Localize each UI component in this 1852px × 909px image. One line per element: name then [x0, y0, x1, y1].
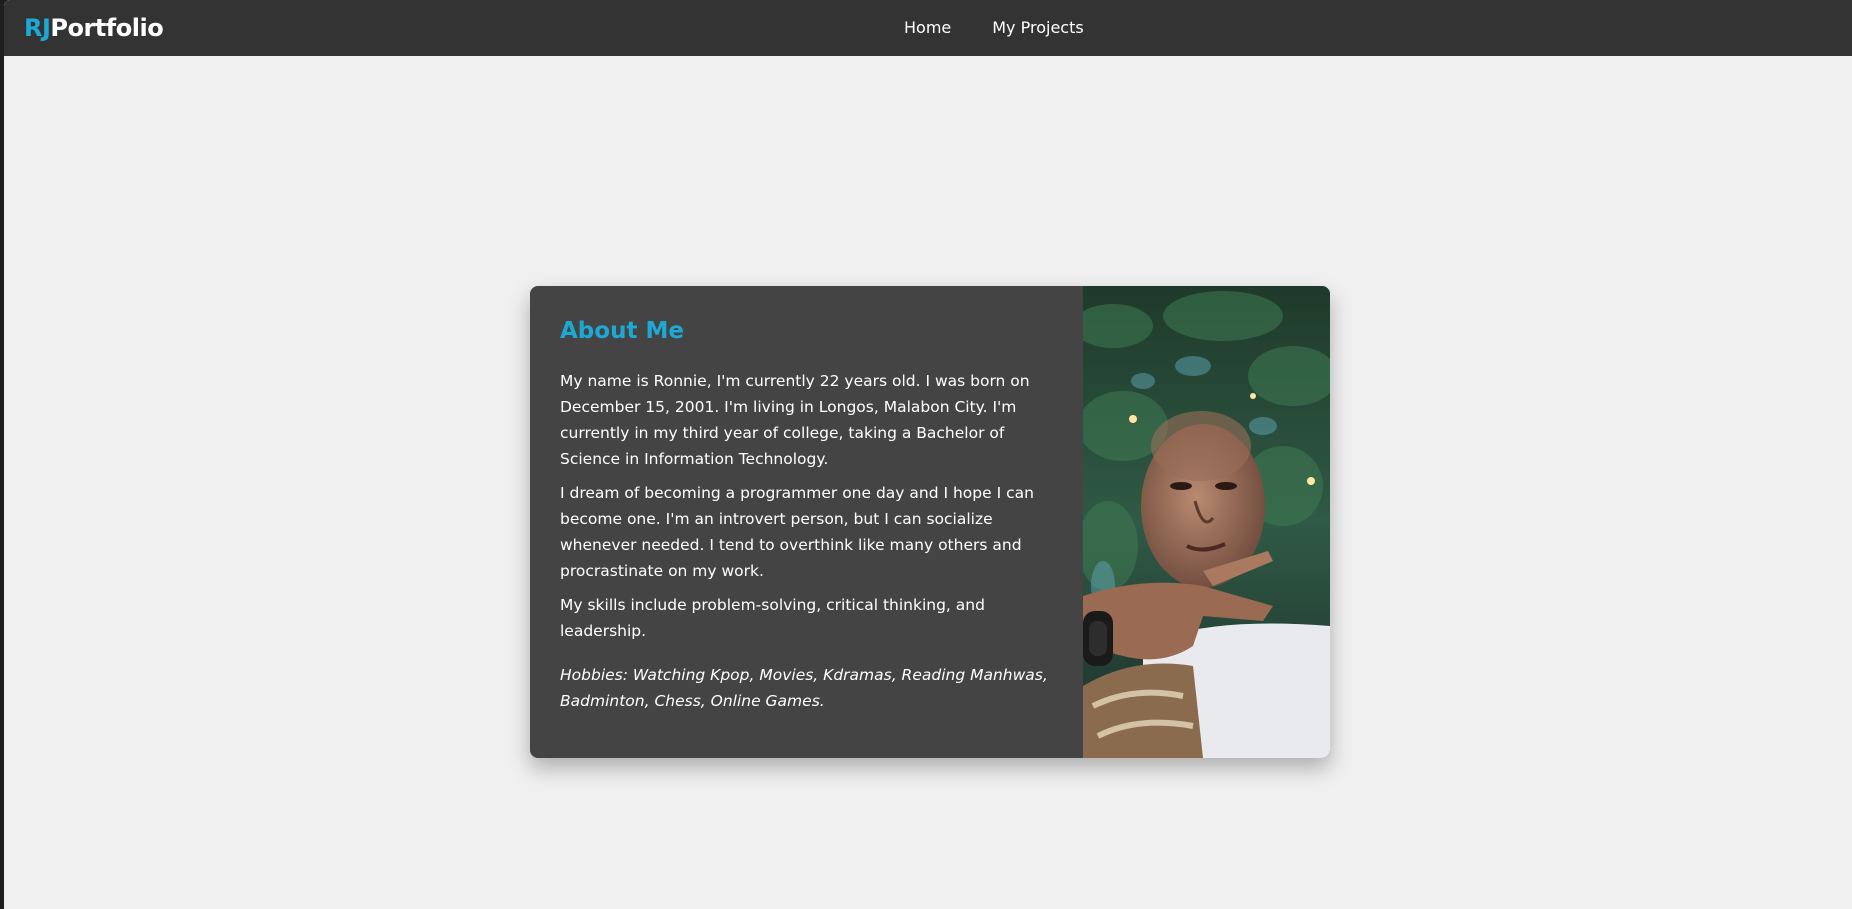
logo-accent: RJ: [24, 14, 51, 42]
about-paragraph-skills: My skills include problem-solving, criti…: [560, 596, 985, 640]
about-title: About Me: [560, 318, 684, 344]
nav-links: Home My Projects: [904, 17, 1084, 39]
about-card: About Me My name is Ronnie, I'm currentl…: [530, 286, 1330, 758]
about-paragraph-dream: I dream of becoming a programmer one day…: [560, 484, 1034, 580]
about-paragraph-intro: My name is Ronnie, I'm currently 22 year…: [560, 372, 1030, 468]
about-content: About Me My name is Ronnie, I'm currentl…: [560, 314, 1060, 714]
profile-photo: [1083, 286, 1330, 758]
nav-link-my-projects[interactable]: My Projects: [992, 17, 1083, 39]
profile-photo-image: [1083, 286, 1330, 758]
page-viewport: RJPortfolio Home My Projects About Me My…: [4, 0, 1852, 909]
site-logo[interactable]: RJPortfolio: [24, 13, 164, 43]
nav-link-home[interactable]: Home: [904, 17, 951, 39]
about-hobbies: Hobbies: Watching Kpop, Movies, Kdramas,…: [560, 666, 1048, 710]
navbar: RJPortfolio Home My Projects: [4, 0, 1852, 56]
logo-text: Portfolio: [50, 14, 164, 42]
